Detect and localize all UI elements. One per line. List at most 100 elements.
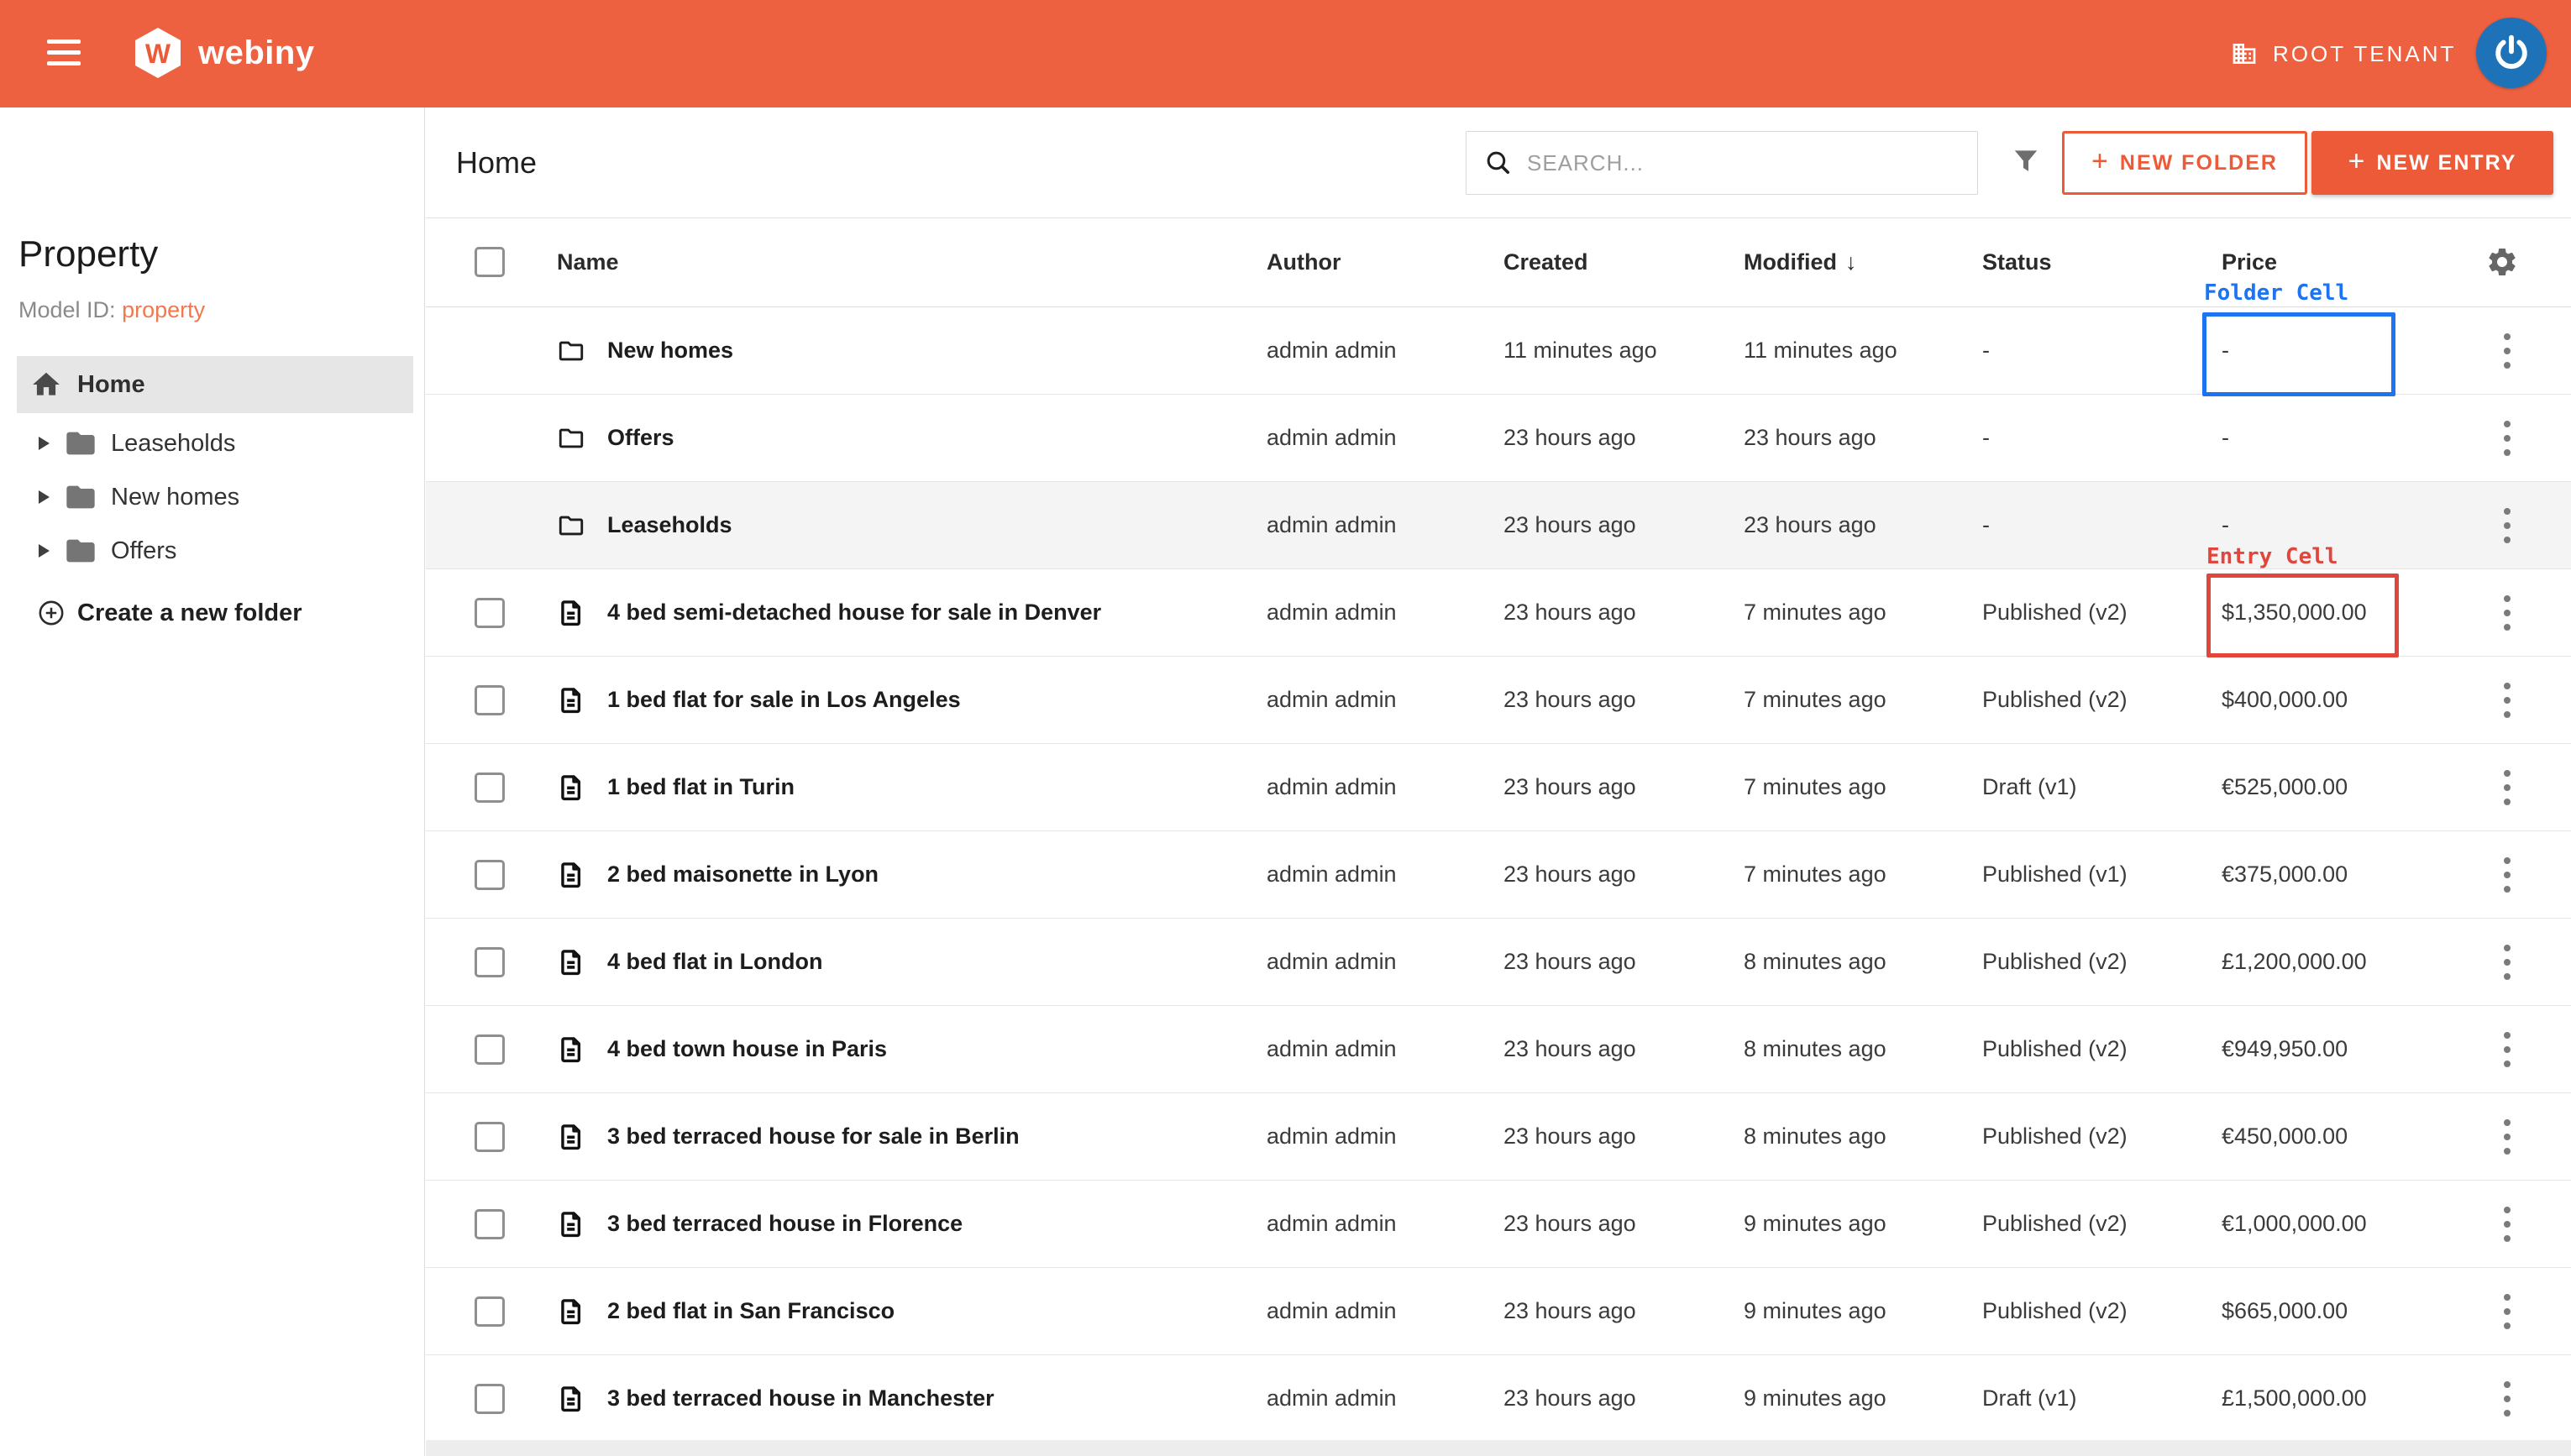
gear-icon (2485, 245, 2519, 279)
table-row[interactable]: 2 bed flat in San Francisco admin admin … (426, 1268, 2571, 1355)
new-entry-button[interactable]: + NEW ENTRY (2311, 131, 2553, 195)
row-menu-button[interactable] (2497, 1202, 2517, 1247)
row-menu-button[interactable] (2497, 416, 2517, 461)
row-menu-button[interactable] (2497, 328, 2517, 374)
row-name[interactable]: 3 bed terraced house for sale in Berlin (607, 1093, 1020, 1180)
menu-icon[interactable] (47, 39, 81, 65)
row-menu-button[interactable] (2497, 1114, 2517, 1160)
folder-icon (64, 427, 97, 460)
document-icon (557, 948, 585, 977)
column-header-status[interactable]: Status (1982, 218, 2052, 306)
row-price: €525,000.00 (2222, 744, 2348, 830)
folder-icon (64, 534, 97, 568)
row-modified: 9 minutes ago (1744, 1181, 1886, 1267)
row-price: €1,000,000.00 (2222, 1181, 2367, 1267)
row-modified: 7 minutes ago (1744, 744, 1886, 830)
table-row[interactable]: 1 bed flat in Turin admin admin 23 hours… (426, 744, 2571, 831)
sidebar-item-home[interactable]: Home (17, 356, 413, 413)
document-icon (557, 686, 585, 715)
column-settings-button[interactable] (2485, 245, 2519, 283)
row-price: €450,000.00 (2222, 1093, 2348, 1180)
expand-caret-icon[interactable] (39, 490, 50, 504)
user-avatar[interactable] (2476, 18, 2547, 88)
table-row[interactable]: 4 bed town house in Paris admin admin 23… (426, 1006, 2571, 1093)
row-menu-button[interactable] (2497, 678, 2517, 723)
expand-caret-icon[interactable] (39, 437, 50, 450)
expand-caret-icon[interactable] (39, 544, 50, 558)
table-row[interactable]: 3 bed terraced house in Florence admin a… (426, 1181, 2571, 1268)
row-checkbox[interactable] (475, 1122, 505, 1152)
column-header-author[interactable]: Author (1267, 218, 1341, 306)
sidebar-item-new-homes[interactable]: New homes (0, 470, 425, 524)
row-checkbox[interactable] (475, 860, 505, 890)
row-name[interactable]: Offers (607, 395, 674, 481)
model-id-value[interactable]: property (122, 297, 205, 322)
row-modified: 11 minutes ago (1744, 307, 1897, 394)
column-header-name[interactable]: Name (557, 218, 619, 306)
row-name[interactable]: 1 bed flat in Turin (607, 744, 795, 830)
folder-tree: Home Leaseholds New homes (0, 356, 425, 640)
folder-icon (557, 424, 585, 453)
row-checkbox[interactable] (475, 1296, 505, 1327)
row-author: admin admin (1267, 1355, 1397, 1442)
create-folder-button[interactable]: Create a new folder (37, 586, 425, 640)
row-menu-button[interactable] (2497, 852, 2517, 898)
row-menu-button[interactable] (2497, 940, 2517, 985)
row-status: Draft (v1) (1982, 1355, 2077, 1442)
plus-circle-icon (37, 599, 66, 627)
row-author: admin admin (1267, 569, 1397, 656)
select-all-checkbox[interactable] (475, 247, 505, 277)
row-name[interactable]: 4 bed flat in London (607, 919, 822, 1005)
row-name[interactable]: 3 bed terraced house in Manchester (607, 1355, 994, 1442)
table-row[interactable]: 4 bed flat in London admin admin 23 hour… (426, 919, 2571, 1006)
column-header-modified[interactable]: Modified ↓ (1744, 218, 1856, 306)
row-checkbox[interactable] (475, 1384, 505, 1414)
row-name[interactable]: Leaseholds (607, 482, 732, 568)
sort-desc-icon[interactable]: ↓ (1845, 249, 1857, 275)
row-name[interactable]: 4 bed town house in Paris (607, 1006, 887, 1092)
row-menu-button[interactable] (2497, 765, 2517, 810)
row-author: admin admin (1267, 1006, 1397, 1092)
row-created: 23 hours ago (1503, 482, 1636, 568)
document-icon (557, 599, 585, 627)
home-icon (30, 369, 62, 401)
row-menu-button[interactable] (2497, 1289, 2517, 1334)
row-name[interactable]: 4 bed semi-detached house for sale in De… (607, 569, 1101, 656)
row-created: 23 hours ago (1503, 1093, 1636, 1180)
tenant-selector[interactable]: ROOT TENANT (2231, 0, 2456, 107)
sidebar-item-offers[interactable]: Offers (0, 524, 425, 578)
row-author: admin admin (1267, 482, 1397, 568)
row-checkbox[interactable] (475, 773, 505, 803)
table-row[interactable]: Offers admin admin 23 hours ago 23 hours… (426, 395, 2571, 482)
row-name[interactable]: 2 bed flat in San Francisco (607, 1268, 895, 1354)
row-checkbox[interactable] (475, 1034, 505, 1065)
search-icon (1483, 148, 1514, 178)
table-row[interactable]: 3 bed terraced house for sale in Berlin … (426, 1093, 2571, 1181)
row-name[interactable]: 3 bed terraced house in Florence (607, 1181, 963, 1267)
row-menu-button[interactable] (2497, 590, 2517, 636)
row-status: - (1982, 395, 1990, 481)
table-body: New homes admin admin 11 minutes ago 11 … (426, 307, 2571, 1443)
table-row[interactable]: 3 bed terraced house in Manchester admin… (426, 1355, 2571, 1443)
row-price: $400,000.00 (2222, 657, 2348, 743)
row-menu-button[interactable] (2497, 1376, 2517, 1422)
search-input[interactable] (1525, 149, 1949, 177)
row-name[interactable]: 1 bed flat for sale in Los Angeles (607, 657, 961, 743)
row-checkbox[interactable] (475, 685, 505, 715)
row-name[interactable]: 2 bed maisonette in Lyon (607, 831, 879, 918)
document-icon (557, 1385, 585, 1413)
row-name[interactable]: New homes (607, 307, 733, 394)
sidebar-item-leaseholds[interactable]: Leaseholds (0, 416, 425, 470)
table-row[interactable]: 1 bed flat for sale in Los Angeles admin… (426, 657, 2571, 744)
row-status: Published (v2) (1982, 1268, 2128, 1354)
row-status: Published (v2) (1982, 1181, 2128, 1267)
column-header-created[interactable]: Created (1503, 218, 1588, 306)
row-menu-button[interactable] (2497, 1027, 2517, 1072)
new-folder-button[interactable]: + NEW FOLDER (2062, 131, 2307, 195)
row-checkbox[interactable] (475, 1209, 505, 1239)
row-checkbox[interactable] (475, 947, 505, 977)
table-row[interactable]: 2 bed maisonette in Lyon admin admin 23 … (426, 831, 2571, 919)
row-checkbox[interactable] (475, 598, 505, 628)
row-menu-button[interactable] (2497, 503, 2517, 548)
filter-button[interactable] (2009, 144, 2043, 183)
